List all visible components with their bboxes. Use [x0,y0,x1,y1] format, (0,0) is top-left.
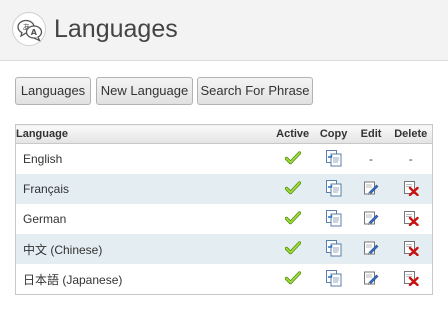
green-checkmark-icon[interactable] [284,210,301,228]
edit-cell [353,204,390,234]
pencil-edit-icon[interactable] [363,270,379,289]
column-header-language[interactable]: Language [15,124,271,144]
copy-cell [315,144,353,175]
language-name: 日本語 (Japanese) [23,272,123,287]
table-row: German [16,204,433,234]
green-checkmark-icon[interactable] [284,150,301,168]
column-header-edit: Edit [352,124,390,144]
search-phrase-button[interactable]: Search For Phrase [197,77,313,105]
languages-table: Language Active Copy Edit Delete English… [15,124,433,295]
copy-cell [315,174,353,204]
active-cell [271,144,315,175]
delete-x-icon[interactable] [403,210,419,229]
copy-pages-icon[interactable] [325,269,343,290]
edit-cell [353,264,390,295]
language-name: Français [23,182,70,196]
language-name: English [23,152,63,166]
delete-x-icon[interactable] [403,240,419,259]
green-checkmark-icon[interactable] [284,180,301,198]
copy-cell [315,204,353,234]
column-header-copy: Copy [314,124,353,144]
copy-cell [315,264,353,295]
active-cell [271,264,315,295]
language-name: 中文 (Chinese) [23,242,103,257]
copy-pages-icon[interactable] [325,149,343,170]
pencil-edit-icon[interactable] [363,240,379,259]
column-header-delete: Delete [389,124,433,144]
green-checkmark-icon[interactable] [284,270,301,288]
delete-x-icon[interactable] [403,270,419,289]
table-row: Français [15,174,433,204]
active-cell [271,204,315,234]
page-title: Languages [54,15,178,43]
copy-cell [315,234,353,264]
table-header-row: Language Active Copy Edit Delete [15,124,433,144]
translate-bubbles-icon: あ A [12,12,46,46]
edit-cell [353,234,390,264]
language-name: German [23,212,67,226]
svg-text:A: A [31,28,38,37]
green-checkmark-icon[interactable] [284,240,301,258]
delete-cell [390,234,433,264]
delete-cell [390,264,433,295]
delete-unavailable: - [408,152,413,166]
delete-cell [390,174,433,204]
pencil-edit-icon[interactable] [363,180,379,199]
delete-cell: - [390,144,433,175]
edit-unavailable: - [369,152,374,166]
copy-pages-icon[interactable] [325,209,343,230]
table-row: 日本語 (Japanese) [16,264,433,295]
copy-pages-icon[interactable] [325,179,343,200]
pencil-edit-icon[interactable] [363,210,379,229]
edit-cell [353,174,390,204]
active-cell [271,234,315,264]
new-language-button[interactable]: New Language [96,77,193,105]
edit-cell: - [353,144,390,175]
column-header-active[interactable]: Active [270,124,315,144]
table-row: English - - [16,144,433,175]
languages-button[interactable]: Languages [15,77,91,105]
page-header: あ A Languages [0,0,448,61]
table-row: 中文 (Chinese) [15,234,433,264]
copy-pages-icon[interactable] [325,239,343,260]
delete-x-icon[interactable] [403,180,419,199]
delete-cell [390,204,433,234]
active-cell [271,174,315,204]
